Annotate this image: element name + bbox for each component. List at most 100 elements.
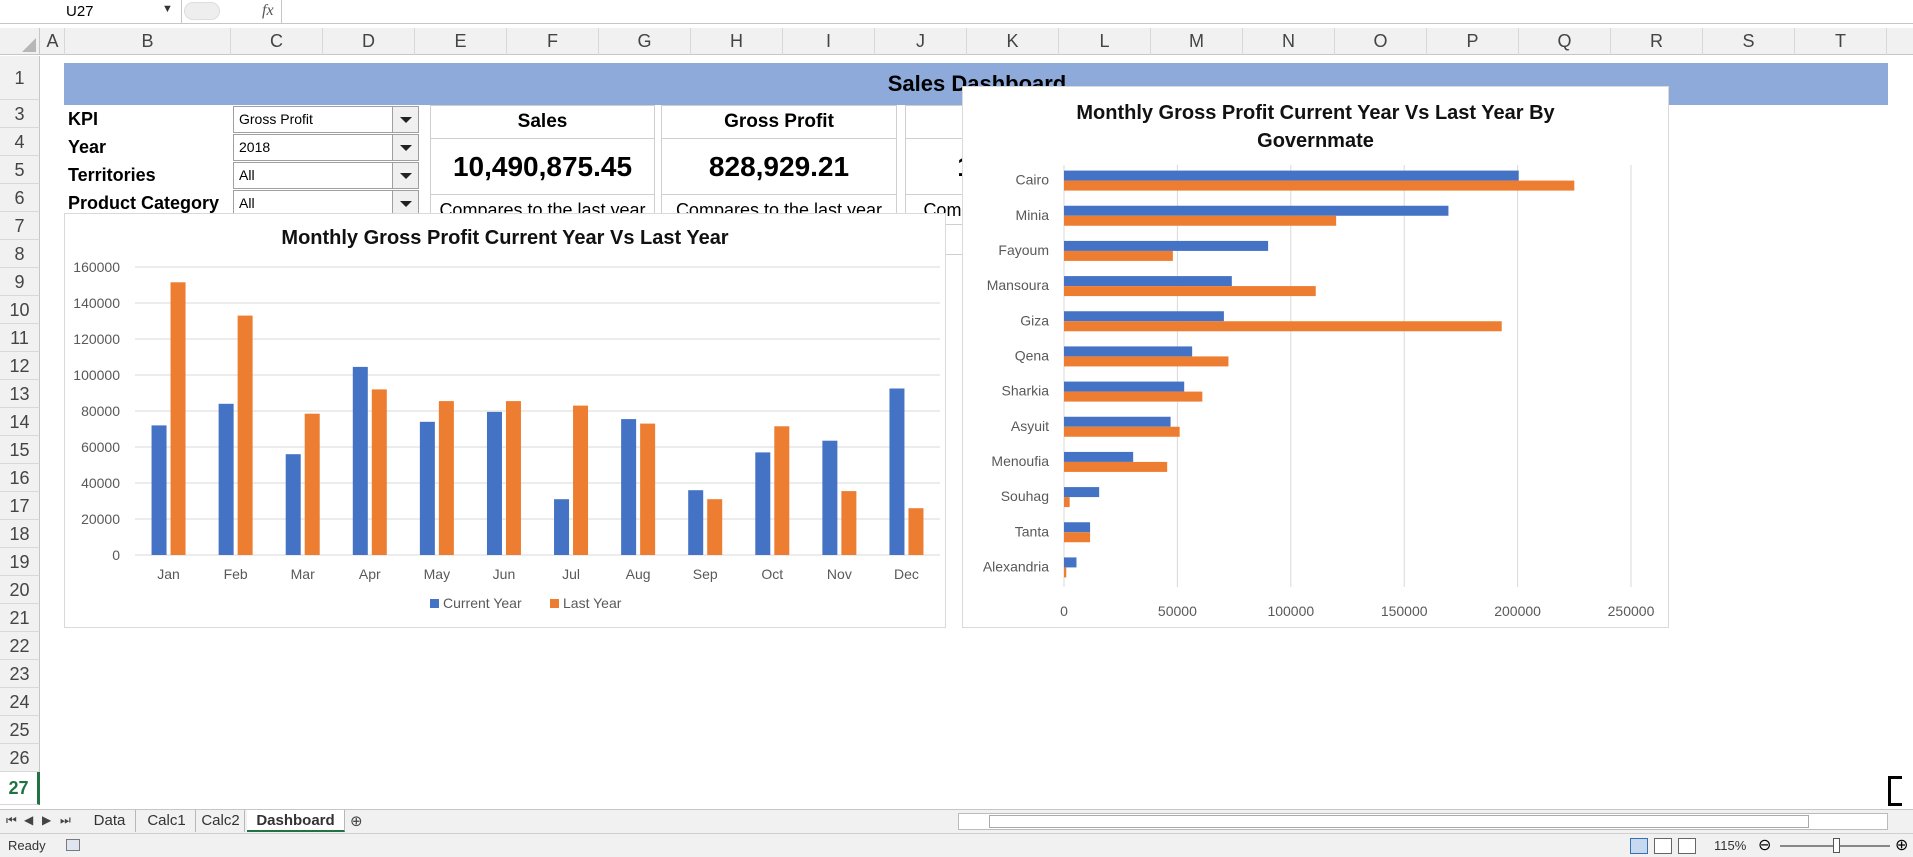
row-header-19[interactable]: 19 bbox=[0, 548, 40, 576]
chevron-down-icon[interactable]: ▼ bbox=[162, 3, 173, 15]
dropdown-arrow-icon[interactable] bbox=[392, 107, 418, 132]
filter-dropdown[interactable]: 2018 bbox=[233, 134, 419, 161]
row-header-1[interactable]: 1 bbox=[0, 56, 40, 100]
bar-last-year bbox=[1064, 356, 1229, 367]
horizontal-scrollbar[interactable] bbox=[958, 813, 1888, 830]
row-header-15[interactable]: 15 bbox=[0, 436, 40, 464]
row-header-13[interactable]: 13 bbox=[0, 380, 40, 408]
column-header-p[interactable]: P bbox=[1427, 28, 1519, 55]
legend-swatch bbox=[550, 599, 559, 608]
bar-last-year bbox=[1064, 497, 1070, 508]
row-header-4[interactable]: 4 bbox=[0, 128, 40, 156]
row-header-6[interactable]: 6 bbox=[0, 184, 40, 212]
bar-current-year bbox=[218, 403, 234, 555]
zoom-level[interactable]: 115% bbox=[1714, 838, 1746, 853]
row-header-17[interactable]: 17 bbox=[0, 492, 40, 520]
filter-dropdown[interactable]: All bbox=[233, 162, 419, 189]
fx-icon[interactable]: fx bbox=[186, 0, 282, 23]
row-header-7[interactable]: 7 bbox=[0, 212, 40, 240]
y-tick-label: 140000 bbox=[73, 295, 120, 311]
row-header-5[interactable]: 5 bbox=[0, 156, 40, 184]
column-header-d[interactable]: D bbox=[323, 28, 415, 55]
page-layout-icon[interactable] bbox=[1654, 838, 1672, 854]
column-header-f[interactable]: F bbox=[507, 28, 599, 55]
zoom-knob[interactable] bbox=[1833, 838, 1840, 853]
y-tick-label: Mansoura bbox=[987, 277, 1049, 293]
select-all-corner[interactable] bbox=[0, 28, 40, 55]
row-header-24[interactable]: 24 bbox=[0, 688, 40, 716]
column-header-n[interactable]: N bbox=[1243, 28, 1335, 55]
next-sheet-icon[interactable]: ▶ bbox=[42, 813, 51, 827]
new-sheet-icon[interactable]: ⊕ bbox=[350, 812, 363, 830]
row-header-16[interactable]: 16 bbox=[0, 464, 40, 492]
y-tick-label: Alexandria bbox=[983, 558, 1049, 574]
formula-bar: U27 ▼ fx bbox=[0, 0, 1913, 24]
row-header-21[interactable]: 21 bbox=[0, 604, 40, 632]
zoom-in-icon[interactable]: ⊕ bbox=[1895, 835, 1908, 855]
column-header-j[interactable]: J bbox=[875, 28, 967, 55]
sheet-tab-dashboard[interactable]: Dashboard bbox=[247, 810, 345, 832]
column-header-h[interactable]: H bbox=[691, 28, 783, 55]
y-tick-label: Qena bbox=[1015, 347, 1049, 363]
row-header-11[interactable]: 11 bbox=[0, 324, 40, 352]
filter-dropdown[interactable]: Gross Profit bbox=[233, 106, 419, 133]
name-box[interactable]: U27 bbox=[0, 0, 182, 23]
card-title: Gross Profit bbox=[662, 106, 896, 139]
bar-last-year bbox=[237, 315, 253, 555]
page-break-icon[interactable] bbox=[1678, 838, 1696, 854]
row-header-22[interactable]: 22 bbox=[0, 632, 40, 660]
formula-input[interactable] bbox=[283, 0, 1913, 23]
y-tick-label: Minia bbox=[1016, 207, 1050, 223]
column-header-e[interactable]: E bbox=[415, 28, 507, 55]
row-header-12[interactable]: 12 bbox=[0, 352, 40, 380]
sheet-tab-calc1[interactable]: Calc1 bbox=[138, 810, 196, 832]
column-header-a[interactable]: A bbox=[41, 28, 65, 55]
bar-current-year bbox=[419, 421, 435, 555]
row-header-8[interactable]: 8 bbox=[0, 240, 40, 268]
column-header-m[interactable]: M bbox=[1151, 28, 1243, 55]
first-sheet-icon[interactable]: ⏮ bbox=[6, 813, 17, 828]
row-header-23[interactable]: 23 bbox=[0, 660, 40, 688]
row-header-26[interactable]: 26 bbox=[0, 744, 40, 772]
column-header-c[interactable]: C bbox=[231, 28, 323, 55]
normal-view-icon[interactable] bbox=[1630, 838, 1648, 854]
x-tick-label: May bbox=[424, 566, 450, 582]
macro-record-icon[interactable] bbox=[66, 839, 80, 851]
sheet-tab-calc2[interactable]: Calc2 bbox=[197, 810, 245, 832]
sheet-tab-data[interactable]: Data bbox=[84, 810, 136, 832]
dropdown-arrow-icon[interactable] bbox=[392, 135, 418, 160]
status-bar: Ready 115% ⊖ ⊕ bbox=[0, 833, 1913, 857]
governmate-chart[interactable]: Monthly Gross Profit Current Year Vs Las… bbox=[962, 86, 1669, 628]
row-header-18[interactable]: 18 bbox=[0, 520, 40, 548]
row-header-27[interactable]: 27 bbox=[0, 772, 40, 805]
column-header-k[interactable]: K bbox=[967, 28, 1059, 55]
row-header-9[interactable]: 9 bbox=[0, 268, 40, 296]
column-header-o[interactable]: O bbox=[1335, 28, 1427, 55]
column-header-t[interactable]: T bbox=[1795, 28, 1887, 55]
column-header-b[interactable]: B bbox=[65, 28, 231, 55]
zoom-out-icon[interactable]: ⊖ bbox=[1758, 835, 1771, 855]
y-tick-label: Menoufia bbox=[991, 453, 1049, 469]
bar-last-year bbox=[170, 282, 186, 555]
bar-current-year bbox=[621, 419, 637, 555]
column-header-l[interactable]: L bbox=[1059, 28, 1151, 55]
row-header-25[interactable]: 25 bbox=[0, 716, 40, 744]
row-header-14[interactable]: 14 bbox=[0, 408, 40, 436]
row-header-3[interactable]: 3 bbox=[0, 100, 40, 128]
last-sheet-icon[interactable]: ⏭ bbox=[60, 813, 71, 828]
dropdown-arrow-icon[interactable] bbox=[392, 163, 418, 188]
monthly-chart[interactable]: Monthly Gross Profit Current Year Vs Las… bbox=[64, 213, 946, 628]
prev-sheet-icon[interactable]: ◀ bbox=[24, 813, 33, 827]
bar-last-year bbox=[1064, 532, 1091, 543]
row-header-20[interactable]: 20 bbox=[0, 576, 40, 604]
column-header-i[interactable]: I bbox=[783, 28, 875, 55]
column-header-r[interactable]: R bbox=[1611, 28, 1703, 55]
filter-value: All bbox=[239, 167, 255, 183]
column-header-s[interactable]: S bbox=[1703, 28, 1795, 55]
column-header-g[interactable]: G bbox=[599, 28, 691, 55]
row-header-10[interactable]: 10 bbox=[0, 296, 40, 324]
bar-last-year bbox=[1064, 461, 1168, 472]
scroll-thumb[interactable] bbox=[989, 815, 1809, 828]
column-header-q[interactable]: Q bbox=[1519, 28, 1611, 55]
column-header-bar: ABCDEFGHIJKLMNOPQRST bbox=[0, 28, 1913, 55]
